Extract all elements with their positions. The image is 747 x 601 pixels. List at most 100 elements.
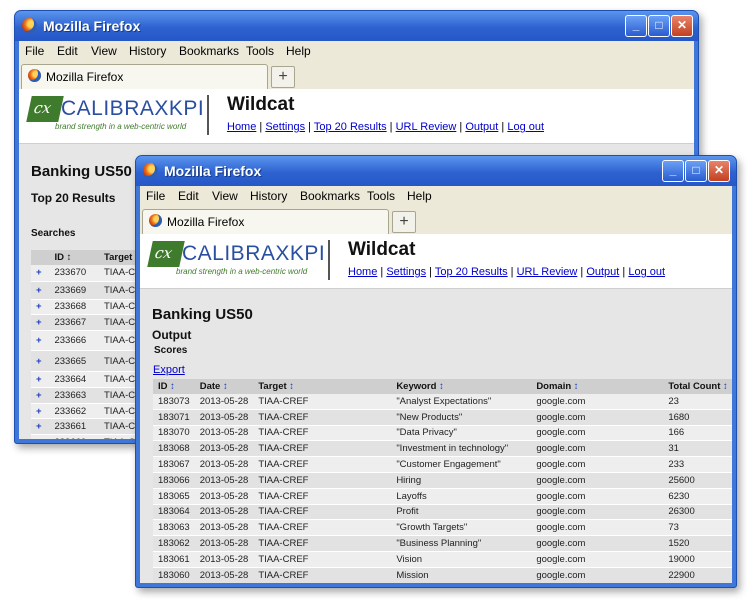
nav-logout[interactable]: Log out (628, 266, 665, 278)
menu-file[interactable]: File (25, 44, 44, 58)
cell-target: TIAA-CREF (253, 488, 392, 505)
nav-settings[interactable]: Settings (265, 121, 305, 133)
expand-icon[interactable]: + (31, 299, 50, 316)
browser-tab[interactable]: Mozilla Firefox (21, 64, 268, 89)
expand-icon[interactable]: + (31, 314, 50, 332)
table-row[interactable]: +233664 TIAA-CI (31, 371, 151, 388)
table-row[interactable]: 183064 2013-05-28 TIAA-CREF Profit google.co… (153, 504, 732, 521)
front-browser-window[interactable]: Mozilla Firefox _ □ ✕ File Edit View His… (135, 155, 737, 588)
expand-icon[interactable]: + (31, 265, 50, 282)
cell-domain: google.com (531, 409, 664, 426)
column-header-domain[interactable]: Domain ↕ (531, 379, 664, 394)
table-row[interactable]: 183061 2013-05-28 TIAA-CREF Vision google.co… (153, 551, 732, 568)
close-button[interactable]: ✕ (671, 15, 693, 37)
menu-view[interactable]: View (91, 44, 117, 58)
nav-logout[interactable]: Log out (507, 121, 544, 133)
expand-icon[interactable]: + (31, 434, 50, 439)
cell-keyword: "Business Planning" (391, 535, 532, 552)
expand-icon[interactable]: + (31, 281, 50, 300)
table-row[interactable]: +233666 TIAA-CI (31, 330, 151, 352)
expand-icon[interactable]: + (31, 330, 50, 352)
table-row[interactable]: 183067 2013-05-28 TIAA-CREF "Customer Engag… (153, 456, 732, 473)
firefox-icon (143, 163, 158, 178)
table-row[interactable]: 183060 2013-05-28 TIAA-CREF Mission google.c… (153, 567, 732, 583)
menu-file[interactable]: File (146, 189, 165, 203)
cell-id: 183067 (153, 456, 195, 473)
minimize-button[interactable]: _ (625, 15, 647, 37)
menu-help[interactable]: Help (286, 44, 311, 58)
menu-bookmarks[interactable]: Bookmarks (179, 44, 239, 58)
export-link[interactable]: Export (153, 364, 185, 376)
table-row[interactable]: +233668 TIAA-CI (31, 299, 151, 316)
menu-edit[interactable]: Edit (178, 189, 199, 203)
menu-history[interactable]: History (250, 189, 287, 203)
nav-home[interactable]: Home (227, 121, 256, 133)
table-row[interactable]: 183073 2013-05-28 TIAA-CREF "Analyst Expect… (153, 394, 732, 410)
nav-output[interactable]: Output (586, 266, 619, 278)
cell-count: 1520 (663, 535, 732, 552)
back-title-bar[interactable]: Mozilla Firefox _ □ ✕ (15, 11, 698, 41)
nav-output[interactable]: Output (465, 121, 498, 133)
table-row[interactable]: +233670 TIAA-CI (31, 265, 151, 282)
column-header-date[interactable]: Date ↕ (194, 379, 254, 394)
expand-icon[interactable]: + (31, 387, 50, 404)
site-header: cx CALIBRAXKPI brand strength in a web-c… (19, 89, 694, 144)
cell-domain: google.com (531, 456, 664, 473)
menu-bookmarks[interactable]: Bookmarks (300, 189, 360, 203)
sort-icon[interactable]: ↕ (289, 381, 294, 392)
expand-icon[interactable]: + (31, 350, 50, 373)
sort-icon[interactable]: ↕ (170, 381, 175, 392)
menu-view[interactable]: View (212, 189, 238, 203)
cell-keyword: Mission (391, 567, 532, 583)
column-header-target[interactable]: Target ↕ (253, 379, 392, 394)
table-row[interactable]: +233667 TIAA-CI (31, 314, 151, 332)
table-row[interactable]: 183065 2013-05-28 TIAA-CREF Layoffs google.c… (153, 488, 732, 505)
table-row[interactable]: +233663 TIAA-CI (31, 387, 151, 404)
table-row[interactable]: +233669 TIAA-CI (31, 281, 151, 300)
table-row[interactable]: +233661 TIAA-CI (31, 418, 151, 436)
cell-domain: google.com (531, 472, 664, 489)
menu-history[interactable]: History (129, 44, 166, 58)
table-row[interactable]: +233662 TIAA-CI (31, 403, 151, 420)
nav-top20[interactable]: Top 20 Results (314, 121, 387, 133)
menu-tools[interactable]: Tools (246, 44, 274, 58)
close-button[interactable]: ✕ (708, 160, 730, 182)
table-row[interactable]: 183066 2013-05-28 TIAA-CREF Hiring google.co… (153, 472, 732, 489)
expand-icon[interactable]: + (31, 403, 50, 420)
table-row[interactable]: 183068 2013-05-28 TIAA-CREF "Investment in … (153, 440, 732, 458)
nav-top20[interactable]: Top 20 Results (435, 266, 508, 278)
cell-target: TIAA-CREF (253, 409, 392, 426)
menu-help[interactable]: Help (407, 189, 432, 203)
column-header-keyword[interactable]: Keyword ↕ (391, 379, 532, 394)
sort-icon[interactable]: ↕ (223, 381, 228, 392)
cell-domain: google.com (531, 567, 664, 583)
menu-edit[interactable]: Edit (57, 44, 78, 58)
nav-home[interactable]: Home (348, 266, 377, 278)
column-header-id[interactable]: ID ↕ (49, 250, 99, 265)
table-row[interactable]: 183070 2013-05-28 TIAA-CREF "Data Privacy" g… (153, 425, 732, 442)
new-tab-button[interactable]: + (271, 66, 295, 88)
menu-tools[interactable]: Tools (367, 189, 395, 203)
table-row[interactable]: +233660TIAA-CI (31, 434, 151, 439)
maximize-button[interactable]: □ (685, 160, 707, 182)
table-row[interactable]: 183071 2013-05-28 TIAA-CREF "New Products" g… (153, 409, 732, 426)
page-viewport[interactable]: cx CALIBRAXKPI brand strength in a web-c… (140, 234, 732, 583)
expand-icon[interactable]: + (31, 371, 50, 388)
column-header-id[interactable]: ID ↕ (153, 379, 195, 394)
new-tab-button[interactable]: + (392, 211, 416, 233)
table-row[interactable]: 183062 2013-05-28 TIAA-CREF "Business Plann… (153, 535, 732, 552)
sort-icon[interactable]: ↕ (574, 381, 579, 392)
table-row[interactable]: 183063 2013-05-28 TIAA-CREF "Growth Targets… (153, 519, 732, 537)
table-row[interactable]: +233665 TIAA-CI (31, 350, 151, 373)
nav-url-review[interactable]: URL Review (517, 266, 578, 278)
front-title-bar[interactable]: Mozilla Firefox _ □ ✕ (136, 156, 736, 186)
expand-icon[interactable]: + (31, 418, 50, 436)
minimize-button[interactable]: _ (662, 160, 684, 182)
sort-icon[interactable]: ↕ (723, 381, 728, 392)
nav-url-review[interactable]: URL Review (396, 121, 457, 133)
sort-icon[interactable]: ↕ (439, 381, 444, 392)
browser-tab[interactable]: Mozilla Firefox (142, 209, 389, 234)
column-header-total-count[interactable]: Total Count ↕ (663, 379, 732, 394)
nav-settings[interactable]: Settings (386, 266, 426, 278)
maximize-button[interactable]: □ (648, 15, 670, 37)
